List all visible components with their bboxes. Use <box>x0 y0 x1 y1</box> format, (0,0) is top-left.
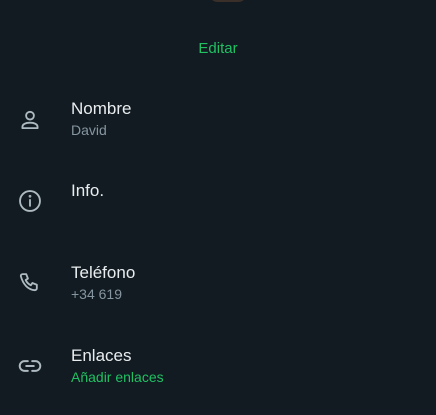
phone-icon <box>17 270 43 296</box>
field-row-phone[interactable]: Teléfono +34 619 <box>0 263 436 323</box>
field-value-name: David <box>71 122 107 138</box>
field-label-name: Nombre <box>71 99 132 118</box>
profile-avatar[interactable] <box>208 0 248 2</box>
field-label-info: Info. <box>71 181 105 200</box>
edit-avatar-link[interactable]: Editar <box>0 40 436 57</box>
person-icon <box>17 107 43 133</box>
field-label-links: Enlaces <box>71 346 132 365</box>
field-row-name[interactable]: Nombre David <box>0 99 436 159</box>
info-icon <box>17 188 43 214</box>
field-row-links[interactable]: Enlaces Añadir enlaces <box>0 346 436 406</box>
field-value-phone: +34 619 <box>71 286 122 302</box>
field-label-phone: Teléfono <box>71 263 136 282</box>
link-icon <box>17 353 43 379</box>
field-row-info[interactable]: Info. <box>0 181 436 241</box>
add-links-link[interactable]: Añadir enlaces <box>71 369 164 385</box>
